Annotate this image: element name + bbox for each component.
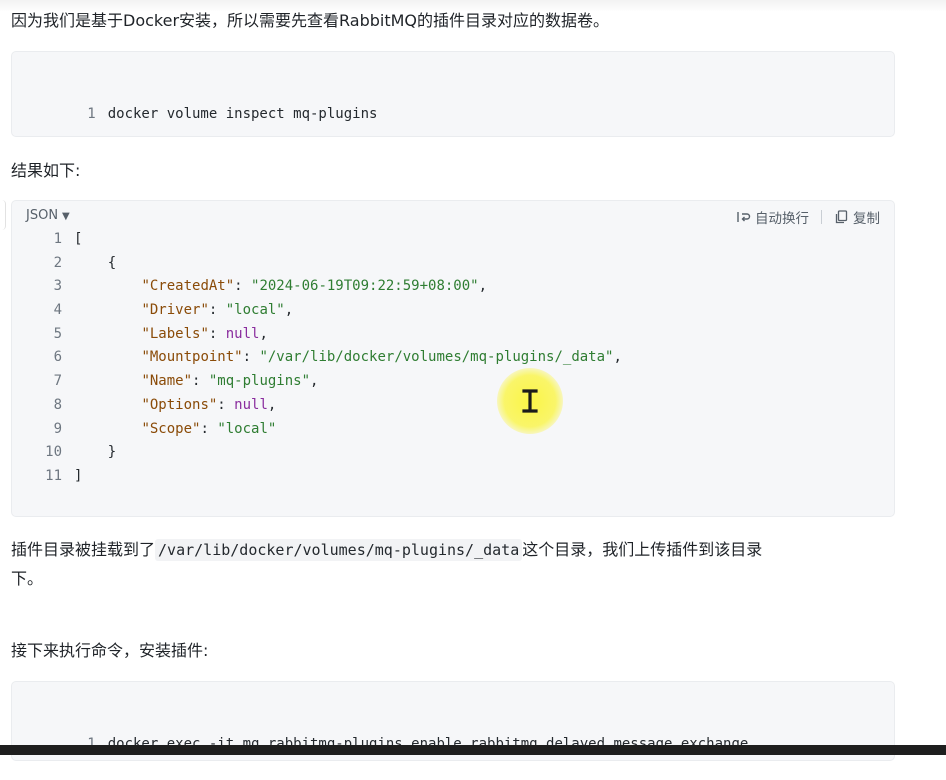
line-number: 6	[53, 349, 62, 365]
wrap-button[interactable]: 自动换行	[736, 207, 809, 227]
line-number: 9	[53, 421, 62, 437]
code-line: 1[	[12, 227, 83, 251]
wrap-icon	[737, 212, 751, 222]
line-number: 1	[87, 106, 96, 122]
code-line: 8 "Options": null,	[12, 393, 277, 417]
copy-button[interactable]: 复制	[834, 207, 880, 227]
intro-paragraph: 因为我们是基于Docker安装，所以需要先查看RabbitMQ的插件目录对应的数…	[11, 11, 610, 30]
code-line: 10 }	[12, 440, 116, 464]
text-cursor-icon	[522, 389, 538, 413]
code-line: 1 docker exec -it mq rabbitmq-plugins ena…	[12, 708, 748, 752]
code-line: 4 "Driver": "local",	[12, 298, 294, 322]
caret-down-icon: ▼	[62, 211, 70, 222]
line-number: 11	[45, 468, 62, 484]
line-number: 4	[53, 302, 62, 318]
mount-paragraph-line2: 下。	[11, 569, 44, 588]
code-block-json: JSON ▼ 自动换行 复制 1[ 2 { 3 "CreatedAt": "202…	[11, 200, 895, 517]
inline-code-path: /var/lib/docker/volumes/mq-plugins/_data	[155, 539, 523, 561]
line-number: 5	[53, 326, 62, 342]
copy-icon	[835, 210, 848, 224]
code-block-volume-inspect: 1 docker volume inspect mq-plugins	[11, 51, 895, 137]
line-number: 7	[53, 373, 62, 389]
taskbar-edge	[0, 745, 946, 755]
code-toolbar: 自动换行 复制	[736, 207, 880, 227]
line-number: 10	[45, 444, 62, 460]
result-label: 结果如下:	[11, 161, 81, 180]
code-line: 1 docker volume inspect mq-plugins	[12, 78, 377, 122]
code-line: 5 "Labels": null,	[12, 322, 268, 346]
line-number: 8	[53, 397, 62, 413]
code-line: 7 "Name": "mq-plugins",	[12, 369, 319, 393]
mount-paragraph: 插件目录被挂载到了/var/lib/docker/volumes/mq-plug…	[11, 539, 763, 561]
code-line: 3 "CreatedAt": "2024-06-19T09:22:59+08:0…	[12, 274, 487, 298]
language-selector[interactable]: JSON ▼	[26, 208, 70, 223]
line-number: 2	[53, 255, 62, 271]
toolbar-divider	[821, 210, 822, 224]
line-number: 3	[53, 278, 62, 294]
next-step-label: 接下来执行命令，安装插件:	[11, 641, 209, 660]
side-tab[interactable]	[0, 200, 6, 230]
code-line: 11]	[12, 464, 82, 488]
line-number: 1	[53, 231, 62, 247]
code-text: docker volume inspect mq-plugins	[107, 106, 378, 122]
code-line: 9 "Scope": "local"	[12, 417, 277, 441]
code-line: 2 {	[12, 251, 117, 275]
code-line: 6 "Mountpoint": "/var/lib/docker/volumes…	[12, 345, 622, 369]
